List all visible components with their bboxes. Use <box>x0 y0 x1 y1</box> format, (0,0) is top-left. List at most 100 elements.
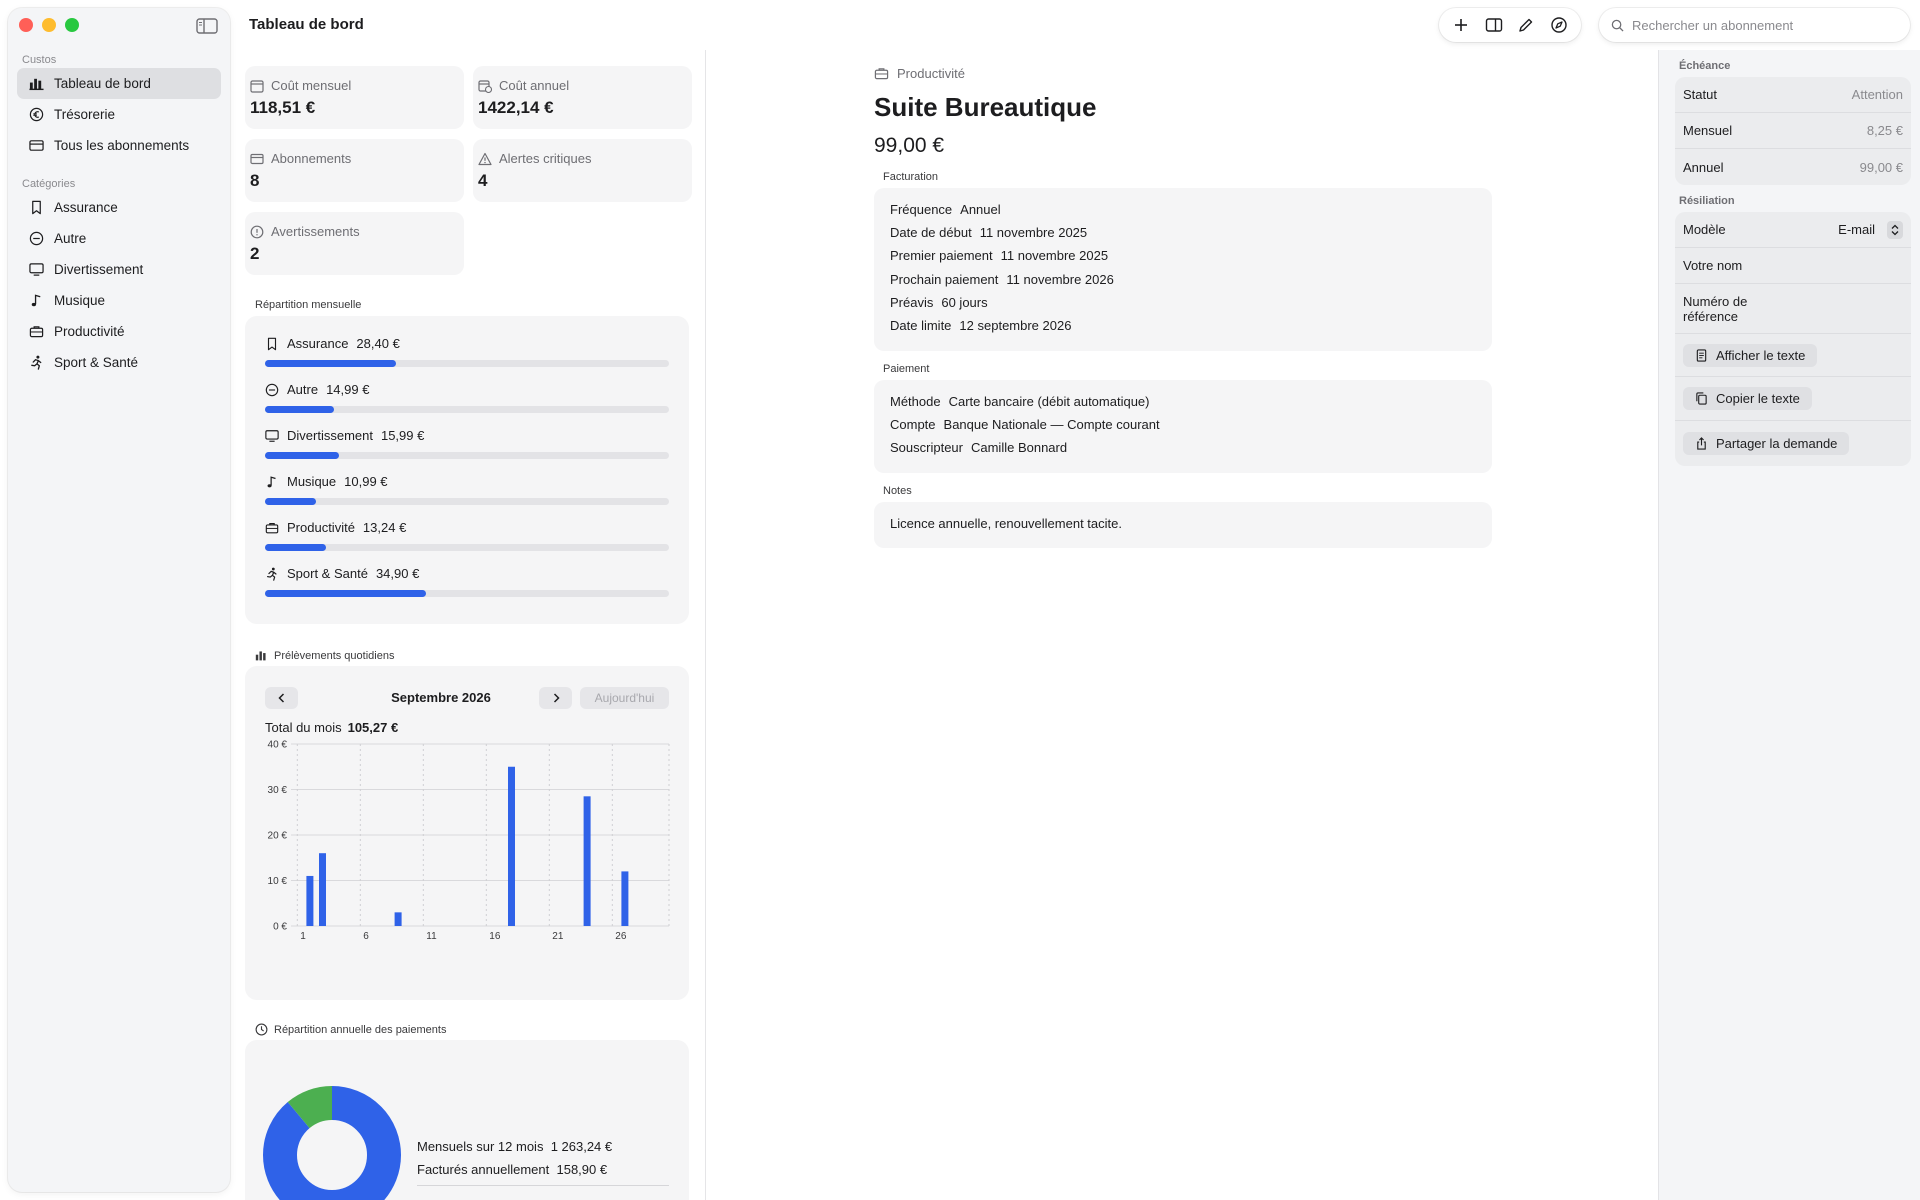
bookmark-icon <box>32 200 41 215</box>
reference-number-label: Numéro de référence <box>1683 293 1748 324</box>
stat-warnings: Avertissements 2 <box>245 212 464 275</box>
due-value: 99,00 € <box>1859 159 1903 175</box>
sidebar-item-all-subscriptions[interactable]: Tous les abonnements <box>17 130 221 161</box>
info-circle-icon <box>250 225 264 238</box>
share-request-label: Partager la demande <box>1716 435 1838 451</box>
add-icon[interactable] <box>1452 16 1470 34</box>
search-input[interactable] <box>1632 17 1892 33</box>
payment-value: Banque Nationale — Compte courant <box>943 417 1160 433</box>
compass-icon[interactable] <box>1550 16 1568 34</box>
payment-row: Méthode Carte bancaire (débit automatique… <box>890 390 1476 413</box>
sidebar-item-productivite[interactable]: Productivité <box>17 316 221 347</box>
edit-pencil-icon[interactable] <box>1517 16 1535 34</box>
music-note-icon <box>267 475 276 487</box>
copy-text-button[interactable]: Copier le texte <box>1683 387 1812 410</box>
briefcase-icon <box>874 68 889 80</box>
category-label: Musique <box>287 474 337 489</box>
sidebar-item-sport-sante[interactable]: Sport & Santé <box>17 347 221 378</box>
toolbar-actions <box>1439 8 1581 42</box>
show-text-row: Afficher le texte <box>1675 334 1911 377</box>
tv-icon <box>29 263 44 276</box>
sidebar-item-divertissement[interactable]: Divertissement <box>17 254 221 285</box>
due-card: Statut Attention Mensuel 8,25 € Annuel 99,0… <box>1675 77 1911 185</box>
due-value: Attention <box>1851 87 1903 102</box>
today-button[interactable]: Aujourd'hui <box>580 687 669 709</box>
close-window-button[interactable] <box>19 18 33 32</box>
subscription-price: 99,00 € <box>874 134 945 157</box>
reference-number-row[interactable]: Numéro de référence <box>1675 284 1911 334</box>
search-field[interactable] <box>1599 8 1910 42</box>
payment-row: Souscripteur Camille Bonnard <box>890 436 1476 459</box>
category-progress-fill <box>265 360 397 367</box>
music-note-icon <box>31 294 41 307</box>
chart-bar <box>621 871 629 926</box>
category-label: Assurance <box>287 336 349 351</box>
x-tick-label: 26 <box>615 931 627 942</box>
next-month-button[interactable] <box>539 687 572 709</box>
category-progress-track <box>265 406 669 413</box>
billing-value: 11 novembre 2026 <box>1006 271 1114 287</box>
category-progress-track <box>265 452 669 459</box>
category-progress-fill <box>265 590 426 597</box>
show-text-button[interactable]: Afficher le texte <box>1683 343 1818 367</box>
your-name-row[interactable]: Votre nom <box>1675 248 1911 284</box>
due-section-title: Échéance <box>1679 60 1731 72</box>
copy-text-label: Copier le texte <box>1716 391 1800 406</box>
category-row-divertissement: Divertissement 15,99 € <box>265 428 669 459</box>
category-progress-fill <box>265 406 334 413</box>
stat-label: Coût annuel <box>499 78 570 93</box>
category-progress-fill <box>265 544 327 551</box>
annual-split-row-value: 1 263,24 € <box>550 1139 613 1154</box>
sidebar-item-label: Tableau de bord <box>54 76 151 91</box>
model-select[interactable]: E-mail <box>1838 220 1903 239</box>
sidebar-item-treasury[interactable]: Trésorerie <box>17 99 221 130</box>
due-key: Annuel <box>1683 159 1724 175</box>
share-request-button[interactable]: Partager la demande <box>1683 431 1850 455</box>
sidebar-toggle-icon[interactable] <box>196 18 218 34</box>
model-value: E-mail <box>1838 222 1875 237</box>
sidebar-item-assurance[interactable]: Assurance <box>17 192 221 223</box>
clock-icon <box>255 1023 268 1036</box>
annual-split-title-text: Répartition annuelle des paiements <box>274 1023 447 1036</box>
current-month-label: Septembre 2026 <box>391 690 491 705</box>
share-icon <box>1697 436 1706 450</box>
chart-icon <box>255 651 266 661</box>
sidebar-item-autre[interactable]: Autre <box>17 223 221 254</box>
stat-value: 118,51 € <box>250 98 316 117</box>
billing-row: Prochain paiement 11 novembre 2026 <box>890 268 1476 291</box>
category-label: Sport & Santé <box>287 566 368 581</box>
sidebar-item-musique[interactable]: Musique <box>17 285 221 316</box>
daily-debits-title: Prélèvements quotidiens <box>255 649 394 662</box>
previous-month-button[interactable] <box>265 687 298 709</box>
detail-category-label: Productivité <box>897 66 965 81</box>
due-row-monthly: Mensuel 8,25 € <box>1675 113 1911 149</box>
annual-split-divider <box>417 1185 669 1186</box>
monthly-breakdown-card: Assurance 28,40 € Autre 14,99 € Divertisse… <box>245 316 689 624</box>
category-progress-track <box>265 498 669 505</box>
category-row-sport-sante: Sport & Santé 34,90 € <box>265 566 669 597</box>
show-text-label: Afficher le texte <box>1716 347 1806 363</box>
your-name-label: Votre nom <box>1683 258 1743 273</box>
stat-value: 1422,14 € <box>478 98 554 117</box>
cancellation-section-title: Résiliation <box>1679 195 1735 207</box>
minimize-window-button[interactable] <box>42 18 56 32</box>
chart-bar <box>319 853 326 926</box>
x-tick-label: 6 <box>363 931 369 942</box>
sidebar-item-dashboard[interactable]: Tableau de bord <box>17 68 221 99</box>
inspector-toggle-icon[interactable] <box>1485 16 1503 34</box>
warning-icon <box>478 152 492 165</box>
category-row-autre: Autre 14,99 € <box>265 382 669 413</box>
app-window: Custos Tableau de bord Trésorerie Tous l… <box>0 0 1920 1200</box>
document-icon <box>1696 348 1707 362</box>
chart-bar <box>583 796 591 926</box>
category-amount: 13,24 € <box>362 520 407 535</box>
payment-value: Carte bancaire (débit automatique) <box>948 394 1150 409</box>
month-total: Total du mois 105,27 € <box>265 720 398 735</box>
billing-value: 60 jours <box>941 294 988 310</box>
payment-row: Compte Banque Nationale — Compte courant <box>890 413 1476 436</box>
stat-label: Abonnements <box>271 151 352 166</box>
euro-circle-icon <box>29 107 44 122</box>
chart-bar <box>306 875 314 926</box>
category-row-assurance: Assurance 28,40 € <box>265 336 669 367</box>
zoom-window-button[interactable] <box>65 18 79 32</box>
